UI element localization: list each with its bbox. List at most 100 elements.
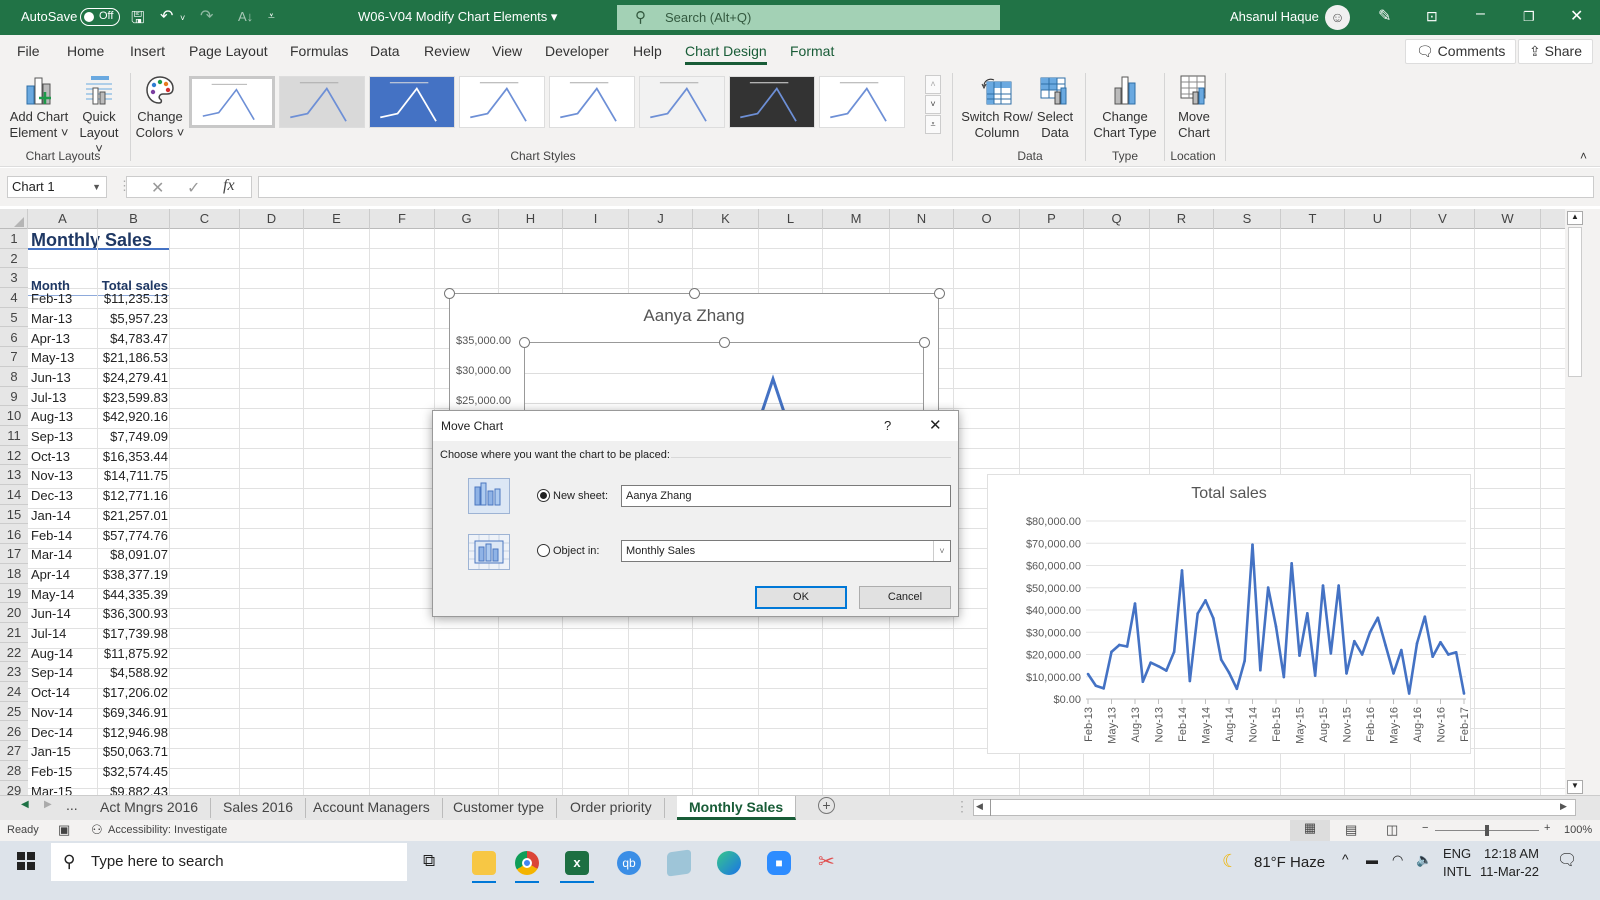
more-sheets[interactable]: ...	[66, 797, 78, 813]
cell-total-sales[interactable]: $17,739.98	[96, 624, 168, 644]
column-header-u[interactable]: U	[1345, 209, 1411, 229]
chart-style-2[interactable]	[279, 76, 365, 128]
chart-style-4[interactable]	[459, 76, 545, 128]
cell-month[interactable]: May-13	[31, 348, 74, 368]
row-header[interactable]: 27	[0, 741, 28, 761]
row-header[interactable]: 17	[0, 544, 28, 564]
cell-month[interactable]: Jul-14	[31, 624, 66, 644]
cell-month[interactable]: Feb-13	[31, 289, 72, 309]
taskbar-search[interactable]: ⚲ Type here to search	[51, 843, 407, 881]
row-header[interactable]: 5	[0, 308, 28, 328]
data-point[interactable]	[1329, 652, 1333, 655]
cell-total-sales[interactable]: $12,946.98	[96, 723, 168, 743]
zoom-app-icon[interactable]: ■	[767, 851, 791, 875]
chart-style-7[interactable]	[729, 76, 815, 128]
object-in-radio[interactable]	[537, 544, 550, 557]
tab-help[interactable]: Help	[633, 43, 662, 59]
data-point[interactable]	[1306, 612, 1309, 615]
data-point[interactable]	[1196, 612, 1199, 615]
name-box-dropdown-icon[interactable]: ▼	[92, 177, 101, 197]
data-point[interactable]	[1431, 655, 1434, 659]
cell-month[interactable]: Jan-15	[31, 742, 71, 762]
data-point[interactable]	[1102, 687, 1105, 690]
data-point[interactable]	[1157, 664, 1160, 668]
zoom-out-icon[interactable]: −	[1422, 822, 1428, 834]
cancel-button[interactable]: Cancel	[859, 586, 951, 609]
search-box[interactable]: ⚲ Search (Alt+Q)	[617, 5, 1000, 30]
row-header[interactable]: 22	[0, 643, 28, 663]
data-point[interactable]	[1243, 659, 1246, 663]
data-point[interactable]	[1282, 675, 1286, 679]
enter-formula-icon[interactable]: ✓	[187, 178, 200, 198]
select-data-button[interactable]: Select Data	[1033, 74, 1077, 141]
cell-month[interactable]: Aug-14	[31, 644, 73, 664]
data-point[interactable]	[1353, 639, 1356, 643]
horizontal-scroll-thumb[interactable]	[990, 799, 1537, 816]
row-header[interactable]: 11	[0, 426, 28, 446]
data-point[interactable]	[1345, 672, 1348, 675]
help-icon[interactable]: ?	[884, 411, 891, 441]
new-sheet-name-input[interactable]: Aanya Zhang	[621, 485, 951, 507]
prev-sheet-icon[interactable]: ◀	[21, 799, 29, 810]
cell-total-sales[interactable]: $4,588.92	[96, 663, 168, 683]
row-header[interactable]: 6	[0, 328, 28, 348]
data-point[interactable]	[1227, 671, 1231, 674]
cell-total-sales[interactable]: $50,063.71	[96, 742, 168, 762]
gallery-expand[interactable]: ⩡	[925, 115, 941, 134]
cell-month[interactable]: Nov-13	[31, 466, 73, 486]
data-point[interactable]	[1212, 616, 1215, 620]
data-point[interactable]	[1086, 672, 1090, 676]
move-chart-button[interactable]: Move Chart	[1170, 74, 1218, 141]
zoom-in-icon[interactable]: +	[1544, 822, 1550, 834]
data-point[interactable]	[1290, 561, 1293, 565]
cell-month[interactable]: Feb-14	[31, 526, 72, 546]
data-point[interactable]	[1454, 650, 1458, 654]
cell-total-sales[interactable]: $11,235.13	[96, 289, 168, 309]
row-header[interactable]: 12	[0, 446, 28, 466]
change-chart-type-button[interactable]: Change Chart Type	[1090, 74, 1160, 141]
tab-page-layout[interactable]: Page Layout	[189, 43, 268, 59]
data-point[interactable]	[1423, 615, 1427, 618]
resize-handle[interactable]	[934, 288, 945, 299]
row-header[interactable]: 26	[0, 722, 28, 742]
tab-chart-design[interactable]: Chart Design	[685, 43, 767, 65]
gallery-scroll-down[interactable]: ˅	[925, 95, 941, 114]
data-point[interactable]	[1400, 648, 1403, 652]
column-header-s[interactable]: S	[1214, 209, 1281, 229]
plot-resize-handle[interactable]	[719, 337, 730, 348]
cell-total-sales[interactable]: $44,335.39	[96, 585, 168, 605]
notifications-icon[interactable]: 🗨	[1557, 850, 1577, 870]
volume-icon[interactable]: 🔈	[1416, 852, 1432, 868]
sheet-title[interactable]: Monthly Sales	[31, 230, 152, 250]
sheet-tab-order-priority[interactable]: Order priority	[558, 798, 665, 818]
tab-view[interactable]: View	[492, 43, 522, 59]
cell-total-sales[interactable]: $14,711.75	[96, 466, 168, 486]
cell-total-sales[interactable]: $11,875.92	[96, 644, 168, 664]
cell-month[interactable]: Sep-13	[31, 427, 73, 447]
cell-month[interactable]: Mar-13	[31, 309, 72, 329]
add-chart-element-button[interactable]: Add Chart Element ˅	[6, 74, 72, 141]
chart-style-8[interactable]	[819, 76, 905, 128]
column-header-v[interactable]: V	[1411, 209, 1475, 229]
snipping-tool-icon[interactable]: ✂	[818, 849, 835, 874]
row-header[interactable]: 23	[0, 662, 28, 683]
select-all-corner[interactable]	[0, 209, 28, 229]
scroll-down-icon[interactable]: ▼	[1567, 780, 1583, 794]
column-header-h[interactable]: H	[499, 209, 563, 229]
row-header[interactable]: 15	[0, 505, 28, 525]
column-header-m[interactable]: M	[823, 209, 890, 229]
formula-input[interactable]	[258, 176, 1594, 198]
vertical-scroll-thumb[interactable]	[1568, 227, 1582, 377]
data-point[interactable]	[1313, 674, 1317, 677]
weather-text[interactable]: 81°F Haze	[1254, 854, 1325, 871]
cell-total-sales[interactable]: $38,377.19	[96, 565, 168, 585]
close-icon[interactable]: ✕	[929, 411, 942, 441]
cell-total-sales[interactable]: $16,353.44	[96, 447, 168, 467]
data-point[interactable]	[1180, 569, 1184, 572]
zoom-level[interactable]: 100%	[1564, 824, 1592, 836]
close-icon[interactable]: ✕	[1570, 6, 1583, 26]
battery-icon[interactable]: ▬	[1366, 853, 1378, 867]
add-sheet-icon[interactable]: +	[818, 797, 835, 814]
plot-resize-handle[interactable]	[519, 337, 530, 348]
row-header[interactable]: 24	[0, 682, 28, 702]
